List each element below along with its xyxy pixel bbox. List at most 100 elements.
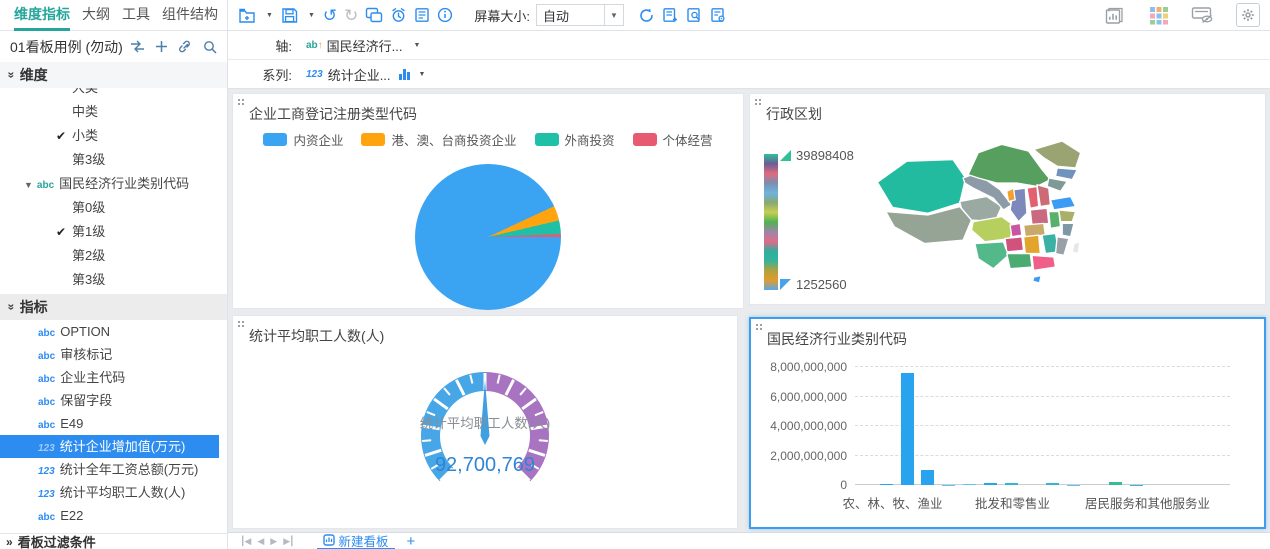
- bar[interactable]: [1109, 482, 1122, 485]
- map-region[interactable]: [1024, 235, 1041, 253]
- map-panel[interactable]: 行政区划 39898408 1252560: [749, 93, 1266, 305]
- prev-sheet-icon[interactable]: ◀: [257, 536, 263, 547]
- sidebar-tab[interactable]: 大纲: [82, 0, 110, 31]
- map-region[interactable]: [1005, 237, 1023, 252]
- bar[interactable]: [1005, 483, 1018, 485]
- bar[interactable]: [963, 484, 976, 485]
- alarm-icon[interactable]: [390, 7, 407, 23]
- select-arrow-icon[interactable]: ▼: [604, 5, 623, 25]
- metric-item[interactable]: abcE49: [0, 412, 227, 435]
- map-region[interactable]: [1007, 188, 1015, 201]
- doc-settings-icon[interactable]: [710, 7, 727, 23]
- refresh-icon[interactable]: [638, 7, 655, 24]
- china-map[interactable]: [855, 136, 1135, 304]
- pie-chart-panel[interactable]: 企业工商登记注册类型代码 内资企业港、澳、台商投资企业外商投资个体经营: [232, 93, 744, 309]
- metric-item[interactable]: abcOPTION: [0, 320, 227, 343]
- gauge-panel[interactable]: 统计平均职工人数(人) 统计平均职工人数(人) 92,700,769: [232, 315, 738, 529]
- axis-field-value[interactable]: 国民经济行...: [327, 36, 403, 55]
- tree-item[interactable]: 中类: [0, 100, 227, 124]
- map-region[interactable]: [1049, 212, 1061, 229]
- sheet-tab-active[interactable]: 新建看板: [317, 533, 395, 549]
- theme-grid-icon[interactable]: [1148, 5, 1170, 26]
- series-field-caret[interactable]: ▼: [419, 71, 426, 78]
- axis-field-caret[interactable]: ▼: [414, 42, 421, 49]
- map-region[interactable]: [1010, 223, 1022, 236]
- doc-search-icon[interactable]: [686, 7, 703, 23]
- tree-item[interactable]: 第3级: [0, 268, 227, 292]
- bar[interactable]: [984, 483, 997, 485]
- board-filter-footer[interactable]: » 看板过滤条件: [0, 533, 227, 549]
- panel-grip-icon[interactable]: [756, 324, 765, 330]
- map-region[interactable]: [877, 160, 965, 214]
- map-region[interactable]: [1027, 186, 1039, 208]
- tree-item[interactable]: ✔第1级: [0, 220, 227, 244]
- sidebar-tab[interactable]: 组件结构: [162, 0, 218, 31]
- map-region[interactable]: [1050, 196, 1075, 209]
- save-caret[interactable]: ▼: [308, 12, 315, 19]
- sidebar-tab[interactable]: 工具: [122, 0, 150, 31]
- map-region[interactable]: [1030, 208, 1048, 225]
- plus-icon[interactable]: [155, 40, 168, 53]
- bar[interactable]: [880, 484, 893, 485]
- hide-card-icon[interactable]: [1191, 5, 1215, 25]
- legend-item[interactable]: 内资企业: [263, 130, 343, 149]
- tree-item[interactable]: ▼abc国民经济行业类别代码: [0, 172, 227, 196]
- panel-grip-icon[interactable]: [755, 99, 764, 105]
- map-region[interactable]: [1034, 141, 1081, 168]
- bar[interactable]: [901, 373, 914, 485]
- map-region[interactable]: [1072, 242, 1080, 254]
- panel-grip-icon[interactable]: [238, 321, 247, 327]
- section-header-dimensions[interactable]: » 维度: [0, 62, 227, 88]
- share-flow-icon[interactable]: [130, 40, 145, 53]
- map-region[interactable]: [975, 242, 1009, 269]
- map-region[interactable]: [1062, 223, 1074, 236]
- report-doc-icon[interactable]: [414, 7, 430, 23]
- map-region[interactable]: [1055, 168, 1077, 180]
- metric-item[interactable]: 123统计全年工资总额(万元): [0, 458, 227, 481]
- search-icon[interactable]: [203, 40, 217, 54]
- last-sheet-icon[interactable]: ▶┃: [283, 536, 293, 547]
- map-region[interactable]: [1032, 255, 1056, 270]
- map-region[interactable]: [1047, 178, 1067, 191]
- metric-item[interactable]: abc企业主代码: [0, 366, 227, 389]
- bar[interactable]: [921, 470, 934, 485]
- info-icon[interactable]: [437, 7, 453, 23]
- metric-item[interactable]: abc保留字段: [0, 389, 227, 412]
- map-region[interactable]: [1033, 275, 1041, 283]
- metric-item[interactable]: abc审核标记: [0, 343, 227, 366]
- legend-item[interactable]: 港、澳、台商投资企业: [361, 130, 516, 149]
- add-sheet-icon[interactable]: +: [407, 533, 416, 549]
- bar[interactable]: [1046, 483, 1059, 485]
- tree-item[interactable]: 大类: [0, 88, 227, 100]
- screen-size-select[interactable]: 自动 ▼: [536, 4, 624, 26]
- legend-item[interactable]: 外商投资: [535, 130, 615, 149]
- settings-gear-icon[interactable]: [1236, 3, 1260, 27]
- series-field-value[interactable]: 统计企业...: [328, 65, 391, 84]
- save-icon[interactable]: [281, 7, 298, 24]
- chart-pages-icon[interactable]: [1105, 5, 1127, 26]
- tree-item[interactable]: ✔小类: [0, 124, 227, 148]
- tree-item[interactable]: 第2级: [0, 244, 227, 268]
- bar-chart-panel[interactable]: 国民经济行业类别代码 02,000,000,0004,000,000,0006,…: [749, 317, 1266, 529]
- panel-grip-icon[interactable]: [238, 99, 247, 105]
- link-icon[interactable]: [178, 40, 193, 53]
- sidebar-tab[interactable]: 维度指标: [14, 0, 70, 31]
- metric-item[interactable]: 123统计平均职工人数(人): [0, 481, 227, 504]
- new-dashboard-caret[interactable]: ▼: [266, 12, 273, 19]
- metric-item[interactable]: abcE22: [0, 504, 227, 527]
- metric-item[interactable]: 123统计企业增加值(万元): [0, 435, 219, 458]
- tree-item[interactable]: 第3级: [0, 148, 227, 172]
- next-sheet-icon[interactable]: ▶: [270, 536, 276, 547]
- bar-plot-area[interactable]: 02,000,000,0004,000,000,0006,000,000,000…: [855, 367, 1230, 485]
- new-dashboard-icon[interactable]: [238, 7, 256, 24]
- doc-add-icon[interactable]: [662, 7, 679, 23]
- legend-item[interactable]: 个体经营: [633, 130, 713, 149]
- expand-caret-icon[interactable]: ▼: [24, 180, 33, 190]
- map-region[interactable]: [1059, 210, 1076, 222]
- section-header-metrics[interactable]: » 指标: [0, 294, 227, 320]
- first-sheet-icon[interactable]: ┃◀: [240, 536, 250, 547]
- undo-icon[interactable]: ↺: [323, 7, 337, 24]
- pie-chart[interactable]: [415, 164, 561, 310]
- preview-link-icon[interactable]: [365, 7, 383, 23]
- map-region[interactable]: [1055, 237, 1068, 255]
